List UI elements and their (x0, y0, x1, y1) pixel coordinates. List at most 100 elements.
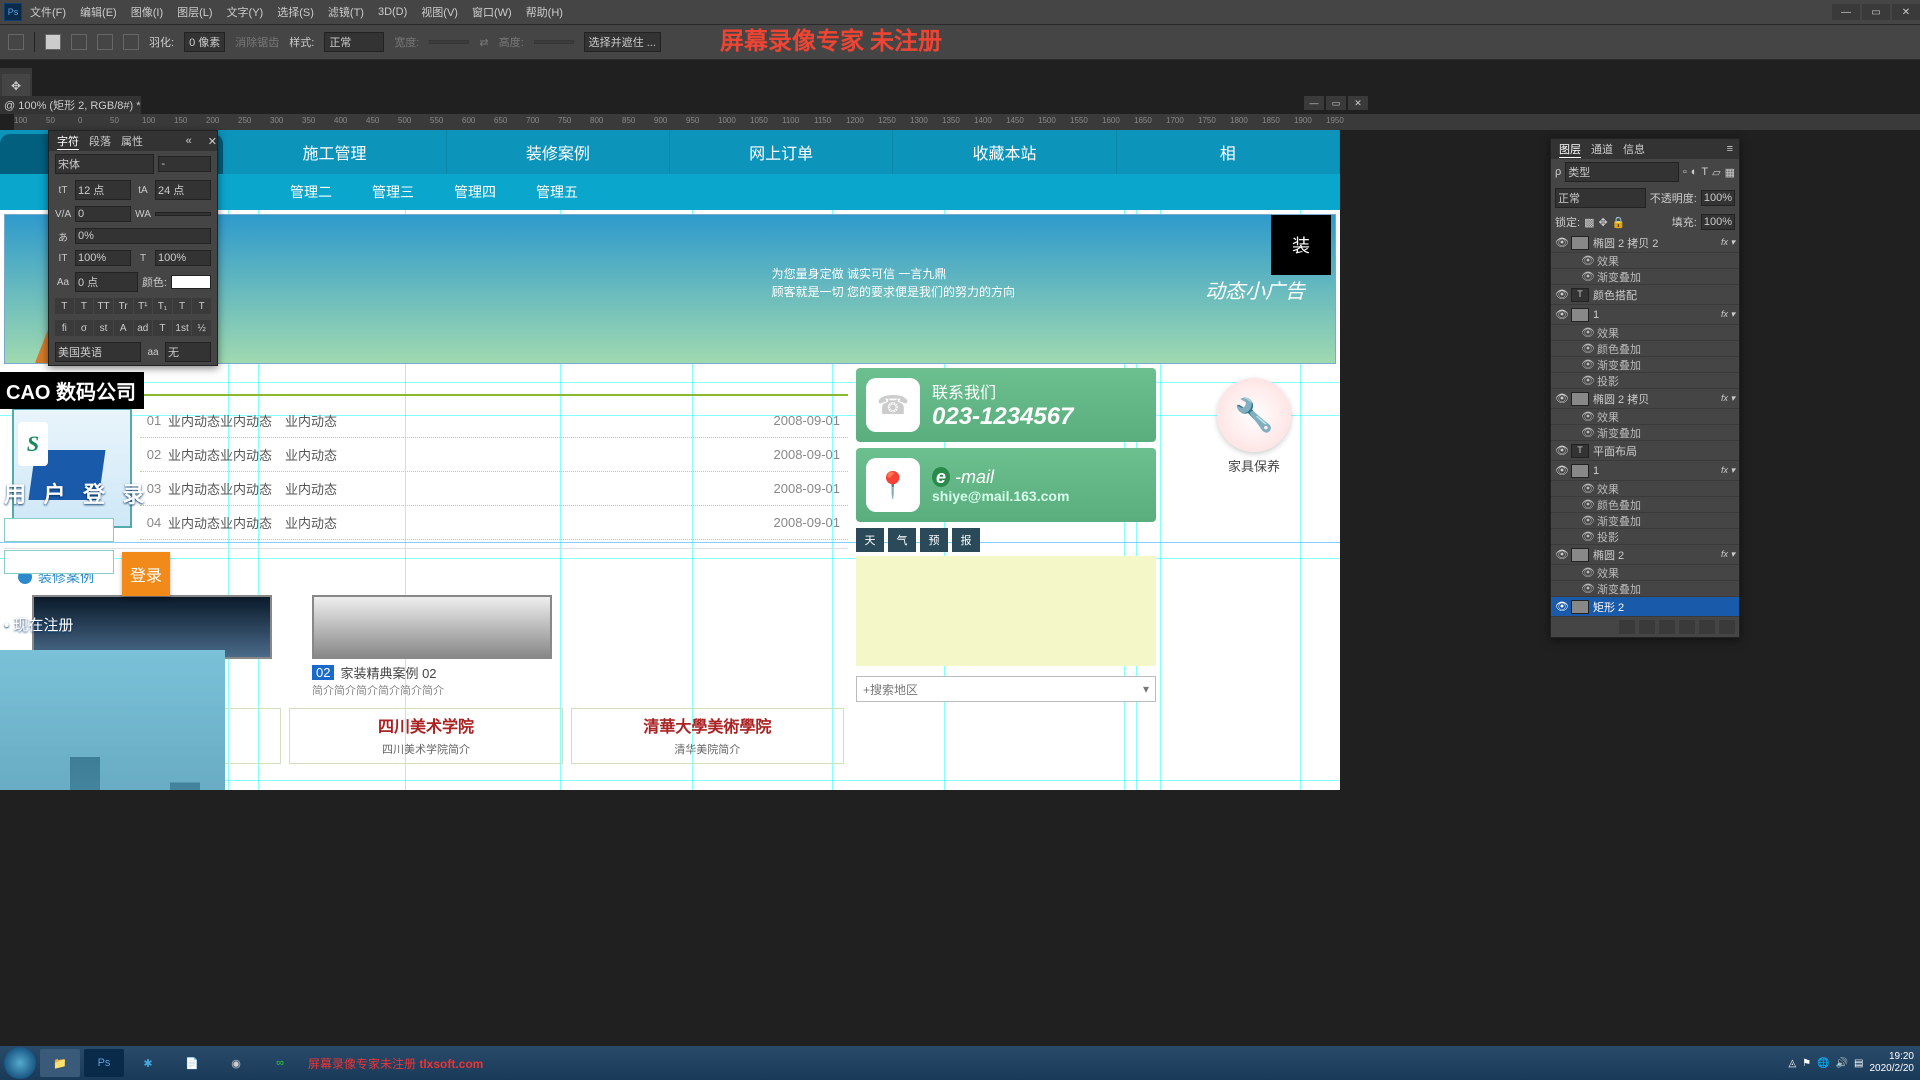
tab-properties[interactable]: 属性 (121, 133, 143, 149)
subnav-item[interactable]: 管理三 (372, 182, 414, 202)
visibility-icon[interactable]: 👁 (1555, 288, 1567, 301)
opacity-field[interactable]: 100% (1701, 190, 1735, 206)
app-close-button[interactable]: ✕ (1892, 4, 1920, 20)
add-selection-icon[interactable] (71, 34, 87, 50)
opentype-button[interactable]: 1st (173, 320, 192, 336)
fill-field[interactable]: 100% (1701, 214, 1735, 230)
visibility-icon[interactable]: 👁 (1555, 444, 1567, 457)
new-group-icon[interactable] (1679, 620, 1695, 634)
nav-item[interactable]: 网上订单 (670, 130, 893, 174)
filter-pixel-icon[interactable]: ▫ (1683, 166, 1687, 178)
opentype-button[interactable]: st (94, 320, 113, 336)
opentype-button[interactable]: ad (134, 320, 153, 336)
vscale-field[interactable]: 100% (75, 250, 131, 266)
opentype-button[interactable]: fi (55, 320, 74, 336)
font-family-select[interactable]: 宋体 (55, 154, 154, 174)
taskbar-photoshop-icon[interactable]: Ps (84, 1049, 124, 1077)
blend-mode-select[interactable]: 正常 (1555, 188, 1646, 208)
layer-effect-row[interactable]: 👁渐变叠加 (1551, 357, 1739, 373)
visibility-icon[interactable]: 👁 (1555, 600, 1567, 613)
menu-image[interactable]: 图像(I) (125, 4, 169, 20)
tab-info[interactable]: 信息 (1623, 141, 1645, 157)
font-size-field[interactable]: 12 点 (75, 180, 131, 200)
font-style-select[interactable]: - (158, 156, 211, 172)
lock-position-icon[interactable]: ✥ (1598, 216, 1607, 229)
register-link[interactable]: 现在注册 (4, 614, 216, 635)
layer-row[interactable]: 👁椭圆 2fx ▾ (1551, 545, 1739, 565)
tray-icon[interactable]: ⚑ (1802, 1058, 1811, 1069)
doc-max-button[interactable]: ▭ (1326, 96, 1346, 110)
news-row[interactable]: 03业内动态业内动态 业内动态2008-09-01 (140, 472, 848, 506)
layer-effect-row[interactable]: 👁颜色叠加 (1551, 341, 1739, 357)
tray-icon[interactable]: ◬ (1788, 1058, 1796, 1069)
intersect-selection-icon[interactable] (123, 34, 139, 50)
app-min-button[interactable]: — (1832, 4, 1860, 20)
news-row[interactable]: 02业内动态业内动态 业内动态2008-09-01 (140, 438, 848, 472)
username-input[interactable] (4, 518, 114, 542)
move-tool-icon[interactable]: ✥ (2, 74, 30, 98)
language-select[interactable]: 美国英语 (55, 342, 141, 362)
layer-effect-row[interactable]: 👁颜色叠加 (1551, 497, 1739, 513)
tab-character[interactable]: 字符 (57, 133, 79, 150)
layer-row[interactable]: 👁T平面布局 (1551, 441, 1739, 461)
filter-smart-icon[interactable]: ▦ (1725, 166, 1735, 179)
lock-pixels-icon[interactable]: ▩ (1584, 216, 1594, 229)
text-style-button[interactable]: TT (94, 298, 113, 314)
tool-preset-icon[interactable] (8, 34, 24, 50)
subnav-item[interactable]: 管理五 (536, 182, 578, 202)
menu-3d[interactable]: 3D(D) (372, 6, 413, 18)
subnav-item[interactable]: 管理四 (454, 182, 496, 202)
doc-close-button[interactable]: ✕ (1348, 96, 1368, 110)
style-select[interactable]: 正常 (324, 32, 384, 52)
refine-edge-button[interactable]: 选择并遮住 ... (584, 32, 661, 52)
app-max-button[interactable]: ▭ (1862, 4, 1890, 20)
visibility-icon[interactable]: 👁 (1555, 236, 1567, 249)
layer-effect-row[interactable]: 👁效果 (1551, 253, 1739, 269)
link-layers-icon[interactable] (1619, 620, 1635, 634)
text-style-button[interactable]: T¹ (134, 298, 153, 314)
layer-effect-row[interactable]: 👁效果 (1551, 409, 1739, 425)
panel-collapse-icon[interactable]: « (186, 135, 198, 147)
taskbar-clock[interactable]: 19:202020/2/20 (1870, 1051, 1915, 1075)
menu-edit[interactable]: 编辑(E) (74, 4, 123, 20)
news-row[interactable]: 01业内动态业内动态 业内动态2008-09-01 (140, 404, 848, 438)
taskbar-explorer-icon[interactable]: 📁 (40, 1049, 80, 1077)
start-button[interactable] (4, 1047, 36, 1079)
opentype-button[interactable]: A (114, 320, 133, 336)
subnav-item[interactable]: 管理二 (290, 182, 332, 202)
taskbar-app-icon[interactable]: ✱ (128, 1049, 168, 1077)
system-tray[interactable]: ◬ ⚑ 🌐 🔊 ▤ 19:202020/2/20 (1788, 1051, 1920, 1075)
tray-icon[interactable]: ▤ (1854, 1058, 1863, 1069)
tab-paragraph[interactable]: 段落 (89, 133, 111, 149)
partner-logo[interactable]: 清華大學美術學院清华美院简介 (571, 708, 844, 764)
tray-icon[interactable]: 🌐 (1817, 1058, 1829, 1069)
layer-effect-row[interactable]: 👁投影 (1551, 529, 1739, 545)
menu-file[interactable]: 文件(F) (24, 4, 72, 20)
hscale-field[interactable]: 100% (155, 250, 211, 266)
tab-channels[interactable]: 通道 (1591, 141, 1613, 157)
taskbar-wechat-icon[interactable]: ∞ (260, 1049, 300, 1077)
nav-item[interactable]: 装修案例 (447, 130, 670, 174)
panel-menu-icon[interactable]: ≡ (1727, 143, 1739, 155)
layer-effect-row[interactable]: 👁投影 (1551, 373, 1739, 389)
visibility-icon[interactable]: 👁 (1555, 308, 1567, 321)
text-style-button[interactable]: Tr (114, 298, 133, 314)
doc-min-button[interactable]: — (1304, 96, 1324, 110)
panel-close-icon[interactable]: ✕ (208, 135, 217, 148)
text-style-button[interactable]: T (55, 298, 74, 314)
tab-layers[interactable]: 图层 (1559, 141, 1581, 158)
layer-effect-row[interactable]: 👁渐变叠加 (1551, 513, 1739, 529)
password-input[interactable] (4, 550, 114, 574)
layer-row[interactable]: 👁椭圆 2 拷贝fx ▾ (1551, 389, 1739, 409)
login-button[interactable]: 登录 (122, 552, 170, 596)
layer-row[interactable]: 👁T颜色搭配 (1551, 285, 1739, 305)
opentype-button[interactable]: ½ (192, 320, 211, 336)
lock-all-icon[interactable]: 🔒 (1612, 216, 1626, 229)
text-style-button[interactable]: T₁ (153, 298, 172, 314)
partner-logo[interactable]: 四川美术学院四川美术学院简介 (289, 708, 562, 764)
baseline-field[interactable]: 0 点 (75, 272, 138, 292)
layer-row[interactable]: 👁矩形 2 (1551, 597, 1739, 617)
leading-field[interactable]: 24 点 (155, 180, 211, 200)
taskbar-notepad-icon[interactable]: 📄 (172, 1049, 212, 1077)
visibility-icon[interactable]: 👁 (1555, 464, 1567, 477)
